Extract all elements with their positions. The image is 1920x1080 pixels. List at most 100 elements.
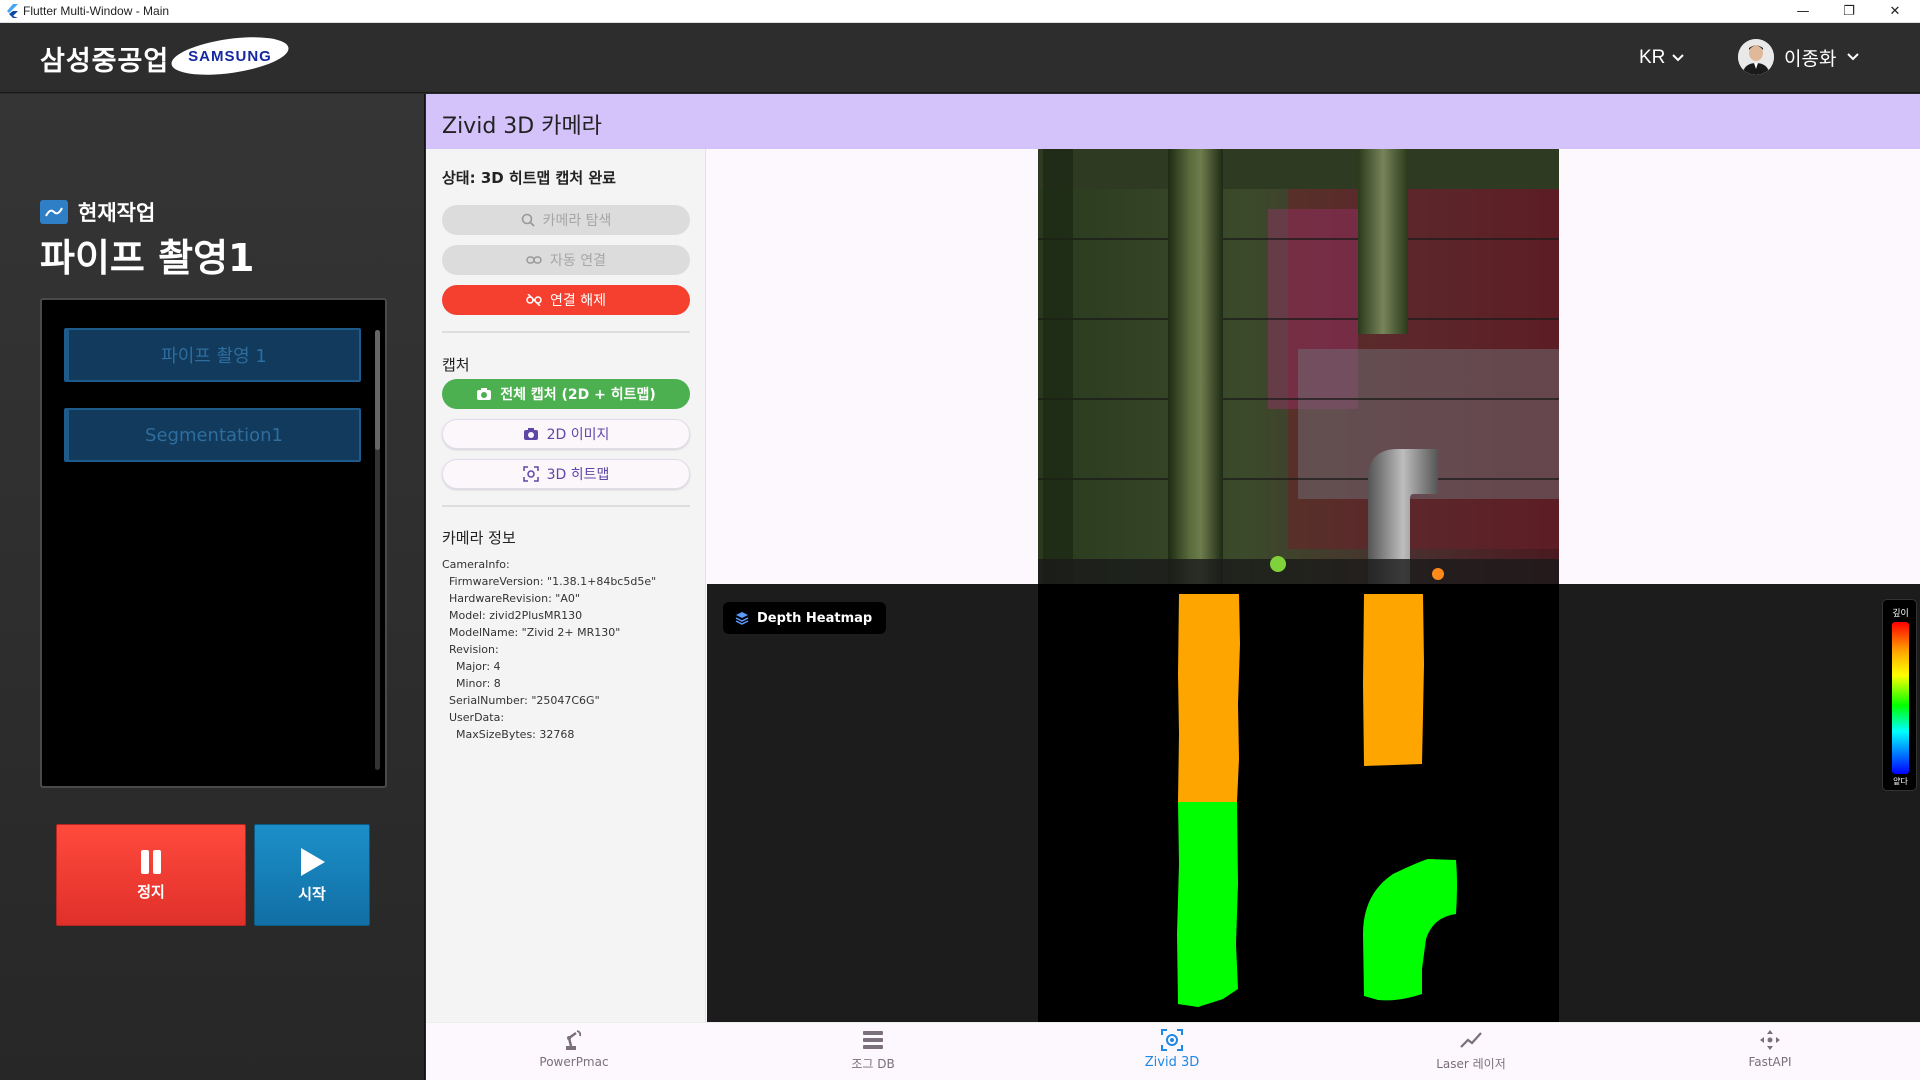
task-item-segmentation[interactable]: Segmentation1 [64,408,361,462]
pause-icon [141,849,161,874]
stop-button[interactable]: 정지 [56,824,246,926]
depth-legend: 깊이 얕다 [1882,599,1917,791]
camera-icon [477,388,492,400]
language-selector[interactable]: KR [1639,47,1685,69]
depth-region-green [1177,802,1238,1007]
auto-connect-button[interactable]: 자동 연결 [442,245,690,275]
samsung-logo-text: SAMSUNG [188,48,272,65]
nav-item-laser[interactable]: Laser 레이저 [1411,1029,1531,1072]
search-camera-button[interactable]: 카메라 탐색 [442,205,690,235]
start-button[interactable]: 시작 [254,824,370,926]
camera-info-line: ModelName: "Zivid 2+ MR130" [442,626,621,639]
camera-icon [523,428,538,440]
window-titlebar: Flutter Multi-Window - Main — ❐ ✕ [0,0,1920,23]
minimize-icon: — [1796,4,1810,19]
flutter-app-icon [7,4,18,18]
current-task-label-row: 현재작업 [40,197,155,227]
nav-item-zivid-3d[interactable]: Zivid 3D [1112,1029,1232,1070]
nav-item-fastapi[interactable]: FastAPI [1710,1029,1830,1069]
avatar [1738,39,1774,75]
main-area: Zivid 3D 카메라 상태: 3D 히트맵 캡처 완료 카메라 탐색 자동 … [426,94,1920,1080]
camera-info-section-label: 카메라 정보 [442,529,516,547]
close-icon: ✕ [1889,4,1901,19]
status-text: 상태: 3D 히트맵 캡처 완료 [442,169,616,187]
full-capture-label: 전체 캡처 (2D + 히트맵) [500,387,656,403]
camera-info-line: MaxSizeBytes: 32768 [442,728,575,741]
camera-scan-icon [1161,1029,1183,1051]
task-icon [40,200,68,224]
nav-label: PowerPmac [539,1055,609,1069]
camera-info-line: HardwareRevision: "A0" [442,592,580,605]
task-item-pipe-capture[interactable]: 파이프 촬영 1 [64,328,361,382]
close-button[interactable]: ✕ [1872,0,1918,23]
nav-item-jog-db[interactable]: 조그 DB [813,1029,933,1072]
depth-heatmap-badge: Depth Heatmap [723,602,887,634]
language-label: KR [1639,47,1666,68]
nav-label: Zivid 3D [1144,1055,1200,1070]
task-list: 파이프 촬영 1 Segmentation1 [40,298,387,788]
page-title: Zivid 3D 카메라 [442,114,602,139]
current-task-label: 현재작업 [78,201,156,225]
layers-icon [735,612,749,625]
chevron-down-icon [1847,53,1860,61]
camera-info-line: SerialNumber: "25047C6G" [442,694,600,707]
list-icon [863,1031,883,1049]
capture-3d-heatmap-button[interactable]: 3D 히트맵 [442,459,690,489]
depth-heatmap-image [1038,584,1559,1022]
capture-section-label: 캡처 [442,356,470,374]
nav-item-powerpmac[interactable]: PowerPmac [514,1029,634,1069]
user-menu[interactable]: 이종화 [1738,39,1860,75]
divider [442,331,690,333]
camera-info-text: CameraInfo: FirmwareVersion: "1.38.1+84b… [442,556,656,743]
play-icon [301,847,325,876]
window-title: Flutter Multi-Window - Main [23,4,170,18]
camera-info-line: Model: zivid2PlusMR130 [442,609,583,622]
disconnect-label: 연결 해제 [550,293,606,309]
left-panel: 현재작업 파이프 촬영1 파이프 촬영 1 Segmentation1 정지 시… [0,94,425,1080]
capture-2d-button[interactable]: 2D 이미지 [442,419,690,449]
legend-shallow-label: 얕다 [1893,777,1908,786]
depth-heatmap-label: Depth Heatmap [757,610,873,626]
brand-name: 삼성중공업 [40,46,170,77]
search-camera-label: 카메라 탐색 [542,213,612,229]
task-scrollbar[interactable] [375,330,380,770]
task-item-label: 파이프 촬영 1 [161,346,267,367]
capture-2d-label: 2D 이미지 [546,427,610,443]
stop-label: 정지 [137,882,165,901]
scrollbar-thumb[interactable] [375,330,380,450]
minimize-button[interactable]: — [1780,0,1826,23]
link-icon [526,256,542,264]
link-off-icon [526,294,542,306]
page-header: Zivid 3D 카메라 [426,94,1920,149]
camera-2d-image [1038,149,1559,584]
camera-info-line: FirmwareVersion: "1.38.1+84bc5d5e" [442,575,657,588]
capture-3d-heatmap-label: 3D 히트맵 [546,467,610,483]
legend-deep-label: 깊이 [1892,609,1909,619]
depth-region-orange [1363,594,1424,766]
user-name: 이종화 [1784,47,1837,70]
nav-label: FastAPI [1748,1055,1792,1069]
camera-controls: 상태: 3D 히트맵 캡처 완료 카메라 탐색 자동 연결 연결 해제 캡처 전… [426,149,706,1022]
depth-region-orange [1178,594,1240,802]
camera-info-line: Revision: [442,643,499,656]
move-arrows-icon [1760,1030,1780,1050]
disconnect-button[interactable]: 연결 해제 [442,285,690,315]
samsung-logo: SAMSUNG [171,37,289,75]
trend-line-icon [1460,1032,1482,1048]
camera-info-line: Major: 4 [442,660,501,673]
3d-scan-icon [522,466,539,482]
legend-color-bar [1892,622,1909,774]
camera-info-line: Minor: 8 [442,677,501,690]
image-viewer: Depth Heatmap 깊이 얕다 [707,149,1920,1022]
full-capture-button[interactable]: 전체 캡처 (2D + 히트맵) [442,379,690,409]
bottom-navigation: PowerPmac 조그 DB Zivid 3D Laser 레이저 FastA… [426,1022,1920,1080]
user-avatar-icon [1738,39,1774,75]
camera-info-line: UserData: [442,711,505,724]
restore-icon: ❐ [1843,4,1855,19]
restore-button[interactable]: ❐ [1826,0,1872,23]
task-item-label: Segmentation1 [145,424,283,446]
nav-label: Laser 레이저 [1436,1057,1506,1071]
search-icon [521,213,535,227]
camera-info-line: CameraInfo: [442,558,510,571]
divider [442,505,690,507]
